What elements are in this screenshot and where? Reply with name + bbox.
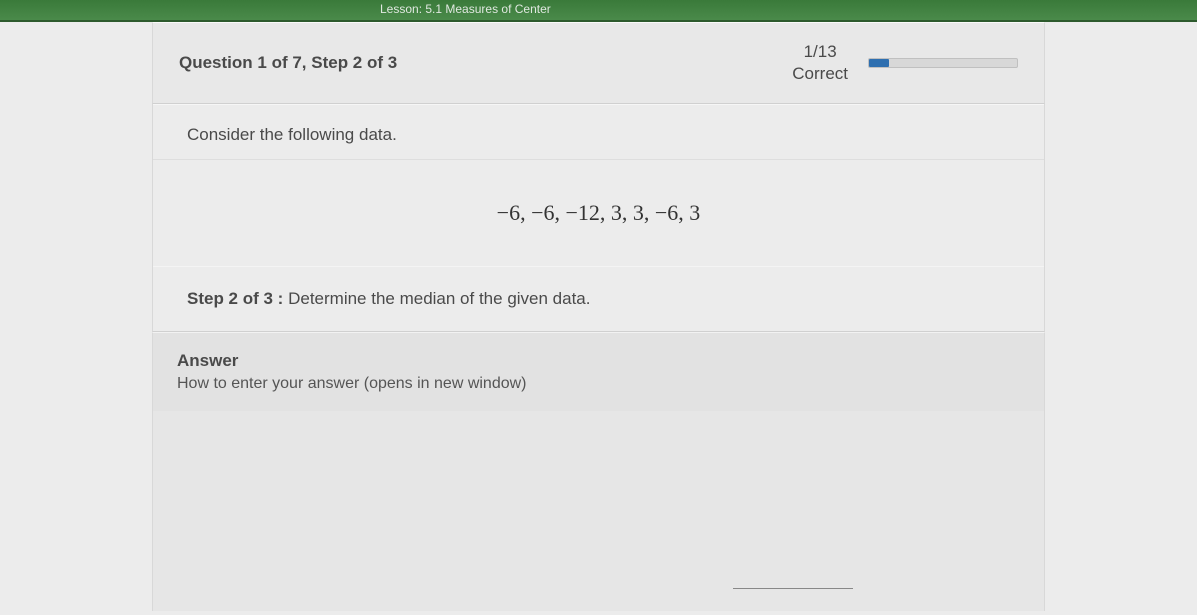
progress-bar — [868, 58, 1018, 68]
main-content: Question 1 of 7, Step 2 of 3 1/13 Correc… — [0, 22, 1197, 615]
score-fraction: 1/13 — [792, 41, 848, 63]
step-instruction: Step 2 of 3 : Determine the median of th… — [153, 266, 1044, 331]
lesson-title: Lesson: 5.1 Measures of Center — [380, 2, 551, 16]
score-box: 1/13 Correct — [792, 41, 848, 85]
answer-panel: Answer How to enter your answer (opens i… — [152, 332, 1045, 411]
data-values: −6, −6, −12, 3, 3, −6, 3 — [153, 160, 1044, 266]
progress-fill — [869, 59, 889, 67]
answer-input[interactable] — [733, 561, 853, 589]
answer-help-link[interactable]: How to enter your answer (opens in new w… — [177, 375, 527, 392]
prompt-text: Consider the following data. — [153, 104, 1044, 160]
question-header: Question 1 of 7, Step 2 of 3 1/13 Correc… — [152, 22, 1045, 104]
question-title: Question 1 of 7, Step 2 of 3 — [179, 53, 792, 73]
score-label: Correct — [792, 63, 848, 85]
answer-heading: Answer — [177, 351, 1018, 371]
step-text: Determine the median of the given data. — [283, 289, 590, 308]
step-label: Step 2 of 3 : — [187, 289, 283, 308]
answer-input-area — [152, 411, 1045, 611]
question-content: Consider the following data. −6, −6, −12… — [152, 104, 1045, 332]
lesson-breadcrumb-bar: Lesson: 5.1 Measures of Center — [0, 0, 1197, 22]
